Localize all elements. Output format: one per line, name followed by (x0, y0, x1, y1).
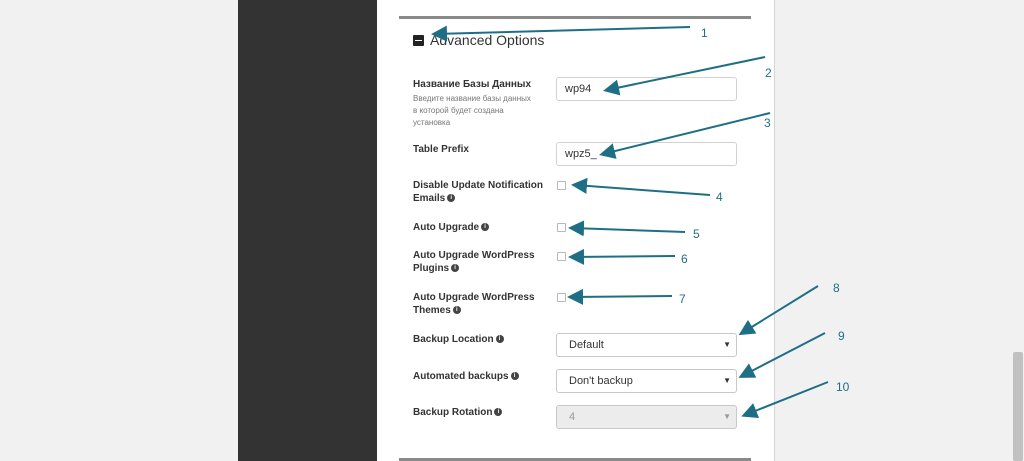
callout-2: 2 (765, 66, 772, 80)
callout-7: 7 (679, 292, 686, 306)
callout-9: 9 (838, 329, 845, 343)
callout-5: 5 (693, 227, 700, 241)
arrow-5 (568, 220, 686, 237)
callout-6: 6 (681, 252, 688, 266)
arrow-4 (571, 177, 711, 196)
arrow-2 (603, 56, 766, 96)
callout-10: 10 (836, 380, 850, 394)
arrow-9 (738, 332, 826, 378)
annotation-arrows (431, 25, 829, 419)
arrow-10 (741, 381, 829, 419)
callout-8: 8 (833, 281, 840, 295)
callout-4: 4 (716, 190, 723, 204)
callout-1: 1 (701, 26, 708, 40)
arrow-1 (431, 25, 691, 42)
callout-3: 3 (764, 116, 771, 130)
arrow-6 (568, 248, 676, 265)
arrow-8 (738, 285, 819, 336)
arrow-3 (599, 112, 771, 159)
arrow-7 (567, 288, 673, 305)
